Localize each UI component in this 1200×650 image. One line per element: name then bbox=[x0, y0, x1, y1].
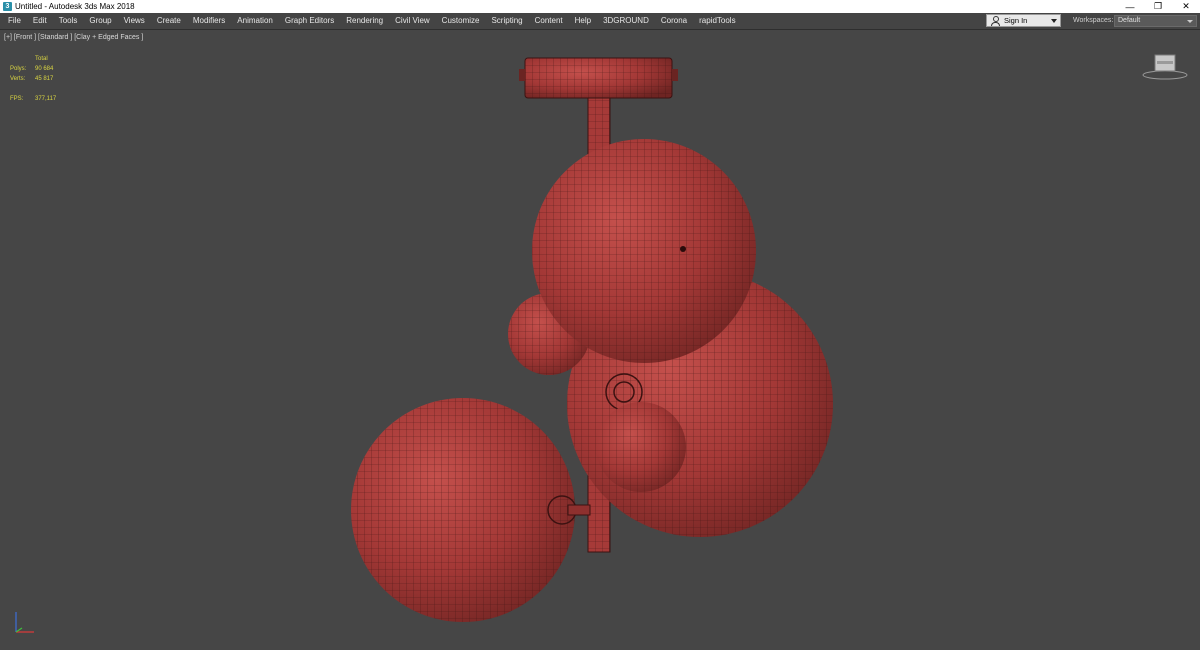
ceiling-canopy[interactable] bbox=[519, 57, 678, 99]
minimize-button[interactable]: — bbox=[1116, 0, 1144, 13]
fps-value: 377,117 bbox=[35, 96, 57, 102]
chevron-down-icon bbox=[1051, 19, 1057, 23]
axis-tripod-icon bbox=[15, 612, 34, 633]
menu-help[interactable]: Help bbox=[569, 13, 597, 29]
menu-views[interactable]: Views bbox=[118, 13, 151, 29]
menu-animation[interactable]: Animation bbox=[231, 13, 279, 29]
chevron-down-icon bbox=[1187, 20, 1193, 23]
menu-3dground[interactable]: 3DGROUND bbox=[597, 13, 655, 29]
sign-in-label: Sign In bbox=[1004, 16, 1028, 25]
window-title: Untitled - Autodesk 3ds Max 2018 bbox=[15, 2, 135, 11]
menu-modifiers[interactable]: Modifiers bbox=[187, 13, 231, 29]
menu-edit[interactable]: Edit bbox=[27, 13, 53, 29]
title-bar: 3 Untitled - Autodesk 3ds Max 2018 — ❐ ✕ bbox=[0, 0, 1200, 13]
close-button[interactable]: ✕ bbox=[1172, 0, 1200, 13]
workspaces-value: Default bbox=[1118, 17, 1141, 24]
workspaces-select[interactable]: Default bbox=[1114, 15, 1197, 27]
front-viewport[interactable]: [+] [Front ] [Standard ] [Clay + Edged F… bbox=[0, 30, 1200, 650]
app-icon: 3 bbox=[3, 2, 12, 11]
menu-create[interactable]: Create bbox=[151, 13, 187, 29]
verts-label: Verts: bbox=[10, 76, 26, 82]
polys-label: Polys: bbox=[10, 66, 27, 72]
window-controls: — ❐ ✕ bbox=[1116, 0, 1200, 13]
menu-group[interactable]: Group bbox=[83, 13, 117, 29]
verts-value: 45 817 bbox=[35, 76, 54, 82]
workspaces-label: Workspaces: bbox=[1073, 17, 1114, 24]
menu-graph-editors[interactable]: Graph Editors bbox=[279, 13, 340, 29]
sign-in-dropdown[interactable]: Sign In bbox=[986, 14, 1061, 27]
menu-content[interactable]: Content bbox=[529, 13, 569, 29]
viewport-scene bbox=[351, 57, 833, 622]
menu-rendering[interactable]: Rendering bbox=[340, 13, 389, 29]
sphere-top[interactable] bbox=[532, 139, 756, 363]
viewport-statistics: Total Polys: 90 684 Verts: 45 817 FPS: 377,… bbox=[10, 54, 56, 104]
sphere-small-front[interactable] bbox=[596, 402, 686, 492]
menu-file[interactable]: File bbox=[2, 13, 27, 29]
menu-rapidtools[interactable]: rapidTools bbox=[693, 13, 741, 29]
polys-value: 90 684 bbox=[35, 66, 54, 72]
stats-header: Total bbox=[35, 56, 48, 62]
fps-label: FPS: bbox=[10, 96, 24, 102]
menu-customize[interactable]: Customize bbox=[436, 13, 486, 29]
menu-bar: File Edit Tools Group Views Create Modif… bbox=[0, 13, 1200, 30]
user-icon bbox=[990, 15, 1000, 26]
menu-civil-view[interactable]: Civil View bbox=[389, 13, 436, 29]
menu-tools[interactable]: Tools bbox=[53, 13, 84, 29]
sphere-large-left[interactable] bbox=[351, 398, 591, 622]
menu-scripting[interactable]: Scripting bbox=[485, 13, 528, 29]
viewport-label[interactable]: [+] [Front ] [Standard ] [Clay + Edged F… bbox=[4, 34, 143, 41]
viewcube-icon[interactable] bbox=[1141, 50, 1189, 82]
restore-button[interactable]: ❐ bbox=[1144, 0, 1172, 13]
menu-corona[interactable]: Corona bbox=[655, 13, 693, 29]
